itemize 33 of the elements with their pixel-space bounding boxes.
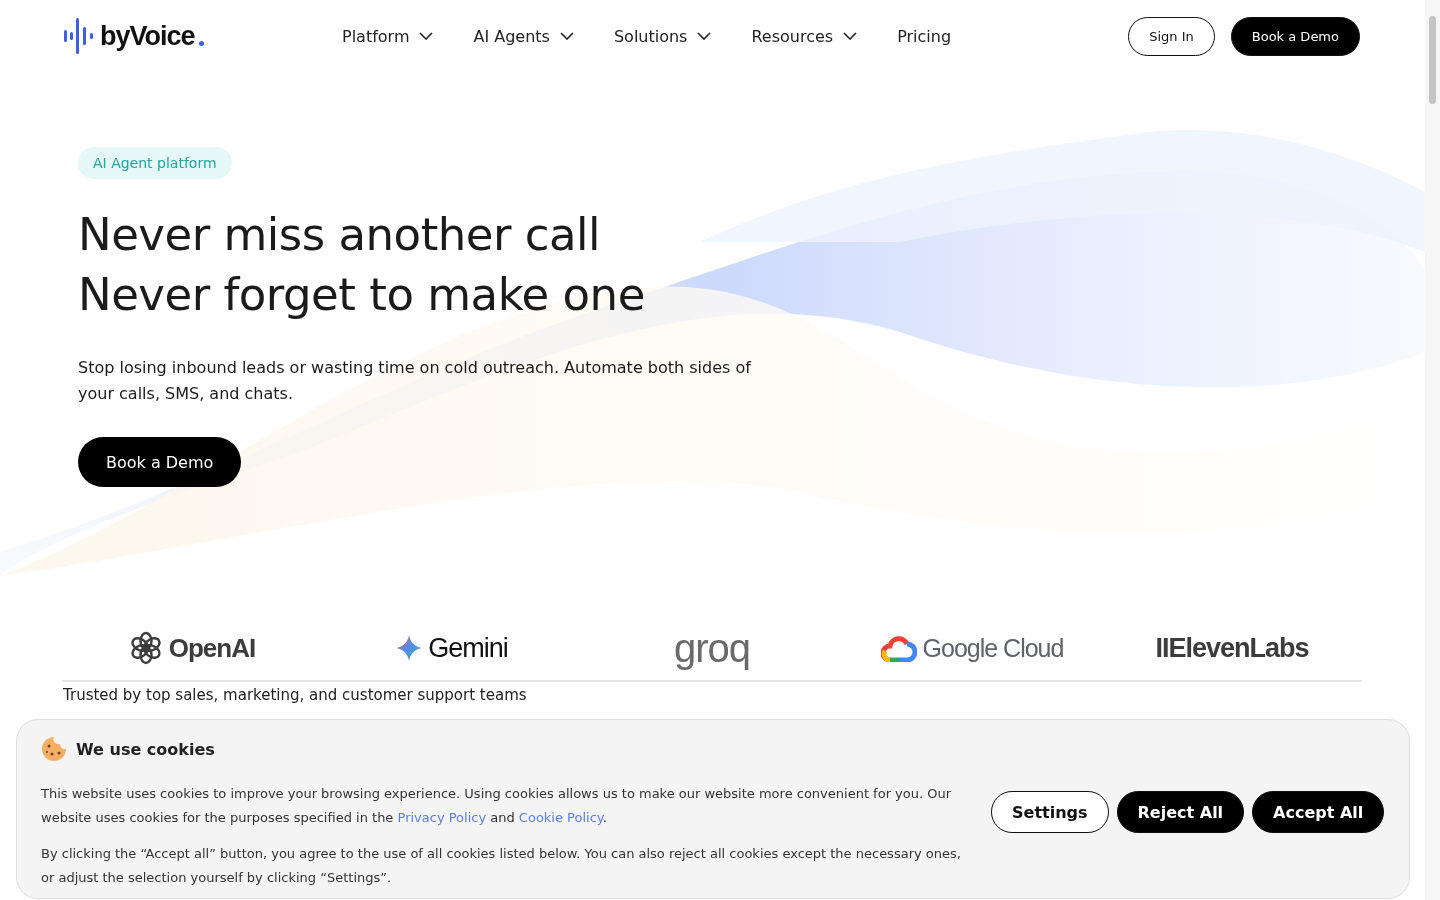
cookie-icon [41, 736, 67, 762]
dot-icon [198, 40, 204, 46]
trusted-text: Trusted by top sales, marketing, and customer support teams [63, 686, 528, 704]
knot-icon [128, 631, 163, 665]
partner-logo: groq [673, 625, 751, 671]
brand-logo[interactable]: byVoice [100, 20, 195, 52]
banner-text: This website uses cookies to improve your browsing experience. Using cookies allows us to make our website more convenient for you. Our website uses cookies for the purposes specified in the Privacy Policy and Cookie Policy. [41, 785, 953, 827]
partner-logo: Google Cloud [922, 633, 1064, 663]
cookie-button[interactable]: Settings [991, 791, 1109, 833]
banner-title: We use cookies [76, 739, 215, 759]
headline: Never miss another call Never forget to make one [78, 207, 645, 323]
partner-logo: IIElevenLabs [1155, 632, 1309, 664]
partner-logo: OpenAI [168, 632, 256, 664]
banner-text: By clicking the “Accept all” button, you agree to the use of all cookies listed below. You can also reject all cookies except the necessary ones, or adjust the selection yourself by clicking “Settings”. [41, 845, 962, 887]
sound-wave-icon [64, 18, 96, 54]
subtitle: Stop losing inbound leads or wasting time on cold outreach. Automate both sides of your calls, SMS, and chats. [78, 357, 753, 405]
partner-logo: Gemini [428, 632, 508, 664]
policy-link[interactable]: Cookie Policy [518, 810, 603, 825]
nav-link[interactable]: Solutions [613, 26, 712, 46]
badge: AI Agent platform [78, 147, 232, 179]
nav-link[interactable]: Resources [751, 26, 858, 46]
policy-link[interactable]: Privacy Policy [397, 810, 487, 825]
nav-link[interactable]: AI Agents [473, 26, 574, 46]
cookie-button[interactable]: Accept All [1252, 791, 1385, 833]
sparkle-icon [396, 635, 423, 661]
demo-button[interactable]: Book a Demo [78, 437, 242, 487]
nav-link[interactable]: Platform [342, 26, 434, 46]
demo-button[interactable]: Book a Demo [1230, 16, 1360, 56]
nav-link[interactable]: Pricing [897, 26, 952, 46]
scrollbar[interactable] [1425, 0, 1440, 900]
cookie-button[interactable]: Reject All [1116, 791, 1245, 833]
cloud-icon [880, 634, 917, 662]
sign-in-button[interactable]: Sign In [1128, 16, 1215, 56]
